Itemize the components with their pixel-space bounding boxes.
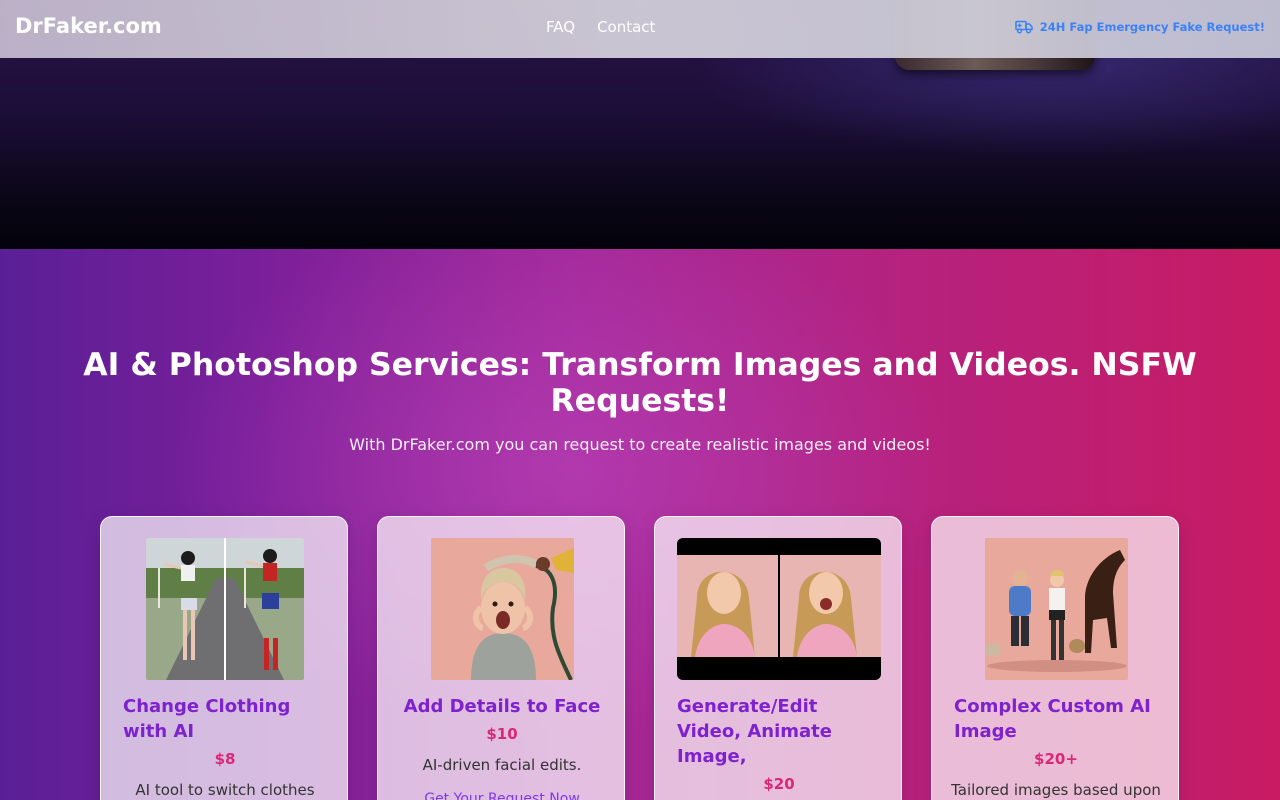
clothing-preview-image bbox=[146, 538, 304, 680]
truck-icon bbox=[1014, 19, 1033, 34]
video-preview-image bbox=[677, 538, 881, 680]
card-price: $8 bbox=[214, 750, 236, 768]
nav-links: FAQ Contact bbox=[546, 18, 655, 36]
page-subtitle: With DrFaker.com you can request to crea… bbox=[349, 435, 931, 454]
service-card-custom[interactable]: Complex Custom AI Image $20+ Tailored im… bbox=[931, 516, 1179, 800]
services-section: AI & Photoshop Services: Transform Image… bbox=[0, 249, 1280, 800]
page-title: AI & Photoshop Services: Transform Image… bbox=[83, 347, 1197, 419]
card-title: Change Clothing with AI bbox=[123, 696, 291, 742]
service-card-face[interactable]: Add Details to Face $10 AI-driven facial… bbox=[377, 516, 625, 800]
nav-link-faq[interactable]: FAQ bbox=[546, 18, 575, 36]
card-description: Tailored images based upon bbox=[951, 781, 1161, 799]
face-preview-image bbox=[431, 538, 574, 680]
service-card-video[interactable]: Generate/Edit Video, Animate Image, $20 bbox=[654, 516, 902, 800]
emergency-label: 24H Fap Emergency Fake Request! bbox=[1039, 19, 1265, 34]
card-title: Generate/Edit Video, Animate Image, bbox=[677, 696, 832, 767]
service-card-clothing[interactable]: Change Clothing with AI $8 AI tool to sw… bbox=[100, 516, 348, 800]
nav-link-contact[interactable]: Contact bbox=[597, 18, 655, 36]
emergency-request-link[interactable]: 24H Fap Emergency Fake Request! bbox=[1014, 19, 1265, 34]
card-title: Add Details to Face bbox=[403, 696, 601, 717]
get-request-link[interactable]: Get Your Request Now bbox=[378, 791, 626, 800]
brand-logo[interactable]: DrFaker.com bbox=[15, 14, 162, 38]
card-description: AI tool to switch clothes bbox=[135, 781, 315, 799]
custom-preview-image bbox=[985, 538, 1128, 680]
card-price: $20+ bbox=[1034, 750, 1078, 768]
card-price: $20 bbox=[763, 775, 795, 793]
card-description: AI-driven facial edits. bbox=[422, 756, 582, 774]
navbar: DrFaker.com FAQ Contact 24H Fap Emergenc… bbox=[0, 0, 1280, 58]
card-price: $10 bbox=[486, 725, 518, 743]
card-title: Complex Custom AI Image bbox=[954, 696, 1151, 742]
